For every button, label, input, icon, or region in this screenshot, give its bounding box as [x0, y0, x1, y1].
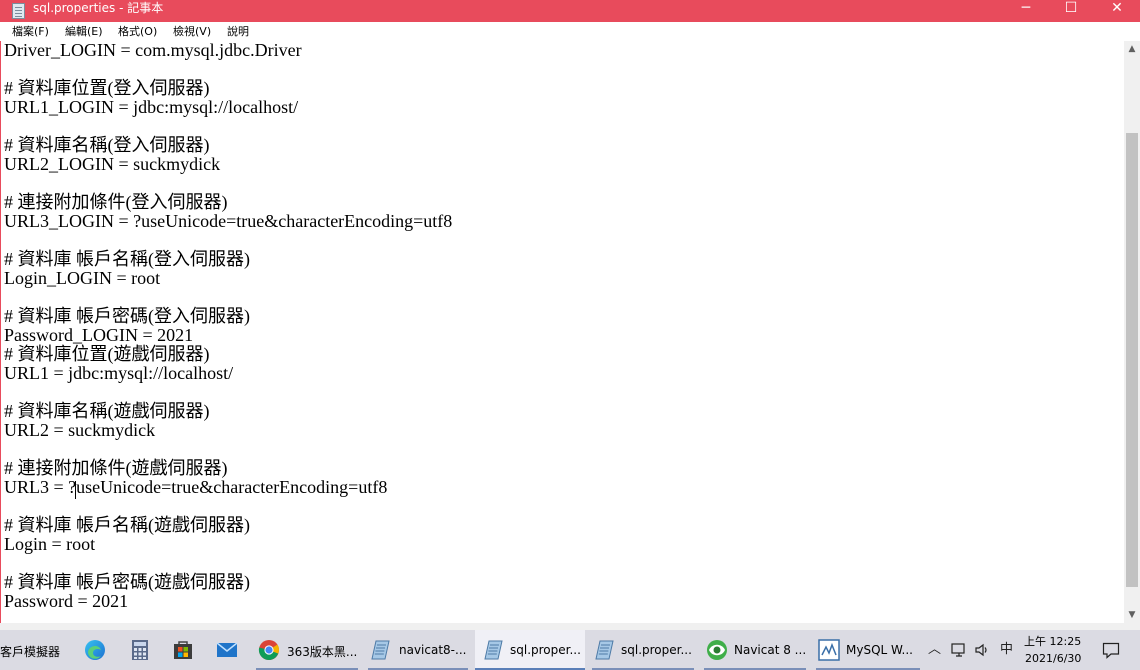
editor-line[interactable]: [4, 440, 452, 459]
editor-line[interactable]: [4, 117, 452, 136]
scroll-up-arrow-icon[interactable]: ▲: [1124, 41, 1140, 57]
mysql-workbench-icon: [818, 639, 840, 661]
editor-line[interactable]: # 資料庫 帳戶密碼(遊戲伺服器): [4, 573, 452, 592]
taskbar-notepad-sql[interactable]: sql.proper...: [588, 630, 698, 670]
editor-line[interactable]: Driver_LOGIN = com.mysql.jdbc.Driver: [4, 41, 452, 60]
editor-line[interactable]: [4, 288, 452, 307]
editor-line[interactable]: [4, 497, 452, 516]
editor-line[interactable]: Login_LOGIN = root: [4, 269, 452, 288]
editor-line[interactable]: # 資料庫 帳戶密碼(登入伺服器): [4, 307, 452, 326]
title-bar[interactable]: sql.properties - 記事本 ─ ☐ ✕: [0, 0, 1140, 22]
edge-browser-icon: [85, 640, 105, 660]
taskbar-item-label: sql.proper...: [621, 643, 692, 657]
horizontal-scrollbar[interactable]: [0, 623, 1140, 630]
editor-line[interactable]: URL3_LOGIN = ?useUnicode=true&characterE…: [4, 212, 452, 231]
scroll-thumb[interactable]: [1126, 133, 1138, 587]
input-method-indicator[interactable]: 中: [1000, 642, 1013, 658]
editor-line[interactable]: # 資料庫位置(遊戲伺服器): [4, 345, 452, 364]
editor-line[interactable]: # 資料庫 帳戶名稱(登入伺服器): [4, 250, 452, 269]
taskbar-item-client-simulator[interactable]: 客戶模擬器: [0, 630, 72, 670]
vertical-scrollbar[interactable]: ▲ ▼: [1124, 41, 1140, 623]
editor-line[interactable]: URL3 = ?useUnicode=true&characterEncodin…: [4, 478, 452, 497]
store-icon: [174, 641, 192, 659]
notepad-icon: [371, 640, 390, 660]
taskbar-store[interactable]: [162, 630, 204, 670]
notification-center-icon[interactable]: [1102, 642, 1120, 659]
taskbar-mail[interactable]: [206, 630, 248, 670]
calculator-icon: [132, 640, 148, 660]
editor-line[interactable]: [4, 60, 452, 79]
menu-bar: 檔案(F) 編輯(E) 格式(O) 檢視(V) 說明: [0, 22, 1140, 41]
notepad-icon: [595, 640, 614, 660]
editor-line[interactable]: [4, 231, 452, 250]
taskbar-notepad-sql-active[interactable]: sql.proper...: [475, 630, 585, 670]
mail-icon: [216, 642, 238, 657]
editor-line[interactable]: # 資料庫 帳戶名稱(遊戲伺服器): [4, 516, 452, 535]
minimize-button[interactable]: ─: [1003, 0, 1049, 22]
editor-line[interactable]: Password = 2021: [4, 592, 452, 611]
window-title: sql.properties - 記事本: [33, 1, 164, 15]
editor-line[interactable]: Login = root: [4, 535, 452, 554]
taskbar-item-label: navicat8-...: [399, 643, 467, 657]
editor-line[interactable]: # 連接附加條件(登入伺服器): [4, 193, 452, 212]
menu-help[interactable]: 說明: [227, 25, 249, 39]
text-caret: [75, 481, 76, 499]
chrome-icon: [258, 640, 279, 660]
editor-line[interactable]: Password_LOGIN = 2021: [4, 326, 452, 345]
menu-edit[interactable]: 編輯(E): [65, 25, 103, 39]
network-icon[interactable]: [951, 642, 967, 658]
text-editor[interactable]: Driver_LOGIN = com.mysql.jdbc.Driver # 資料…: [0, 41, 1124, 623]
editor-line[interactable]: # 資料庫名稱(遊戲伺服器): [4, 402, 452, 421]
maximize-button[interactable]: ☐: [1048, 0, 1094, 22]
volume-icon[interactable]: [974, 642, 990, 658]
notepad-icon: [12, 3, 25, 19]
menu-view[interactable]: 檢視(V): [173, 25, 211, 39]
taskbar-item-label: sql.proper...: [510, 643, 581, 657]
taskbar-mysql-workbench[interactable]: MySQL W...: [812, 630, 924, 670]
editor-line[interactable]: URL2 = suckmydick: [4, 421, 452, 440]
editor-line[interactable]: [4, 383, 452, 402]
editor-line[interactable]: URL1_LOGIN = jdbc:mysql://localhost/: [4, 98, 452, 117]
taskbar-item-label: Navicat 8 ...: [734, 643, 807, 657]
editor-line[interactable]: # 資料庫位置(登入伺服器): [4, 79, 452, 98]
taskbar-edge[interactable]: [75, 630, 115, 670]
editor-line[interactable]: # 連接附加條件(遊戲伺服器): [4, 459, 452, 478]
editor-line[interactable]: [4, 174, 452, 193]
taskbar-item-label: 363版本黑...: [287, 645, 358, 659]
editor-line[interactable]: # 資料庫名稱(登入伺服器): [4, 136, 452, 155]
taskbar-calculator[interactable]: [118, 630, 160, 670]
editor-line[interactable]: URL2_LOGIN = suckmydick: [4, 155, 452, 174]
clock-time[interactable]: 上午 12:25: [1024, 633, 1081, 649]
notepad-icon: [484, 640, 503, 660]
taskbar-item-label: MySQL W...: [846, 643, 913, 657]
taskbar-item-label: 客戶模擬器: [0, 645, 61, 659]
editor-line[interactable]: [4, 554, 452, 573]
taskbar-navicat[interactable]: Navicat 8 ...: [700, 630, 810, 670]
show-hidden-icons-chevron-icon[interactable]: ︿: [928, 642, 941, 658]
clock-date[interactable]: 2021/6/30: [1025, 652, 1081, 665]
taskbar-chrome[interactable]: 363版本黑...: [252, 630, 362, 670]
menu-format[interactable]: 格式(O): [118, 25, 157, 39]
navicat-icon: [707, 640, 727, 660]
editor-lines: Driver_LOGIN = com.mysql.jdbc.Driver # 資料…: [4, 41, 452, 611]
taskbar-notepad-navicat[interactable]: navicat8-...: [364, 630, 472, 670]
close-button[interactable]: ✕: [1094, 0, 1140, 22]
scroll-down-arrow-icon[interactable]: ▼: [1124, 607, 1140, 623]
menu-file[interactable]: 檔案(F): [12, 25, 49, 39]
editor-line[interactable]: URL1 = jdbc:mysql://localhost/: [4, 364, 452, 383]
